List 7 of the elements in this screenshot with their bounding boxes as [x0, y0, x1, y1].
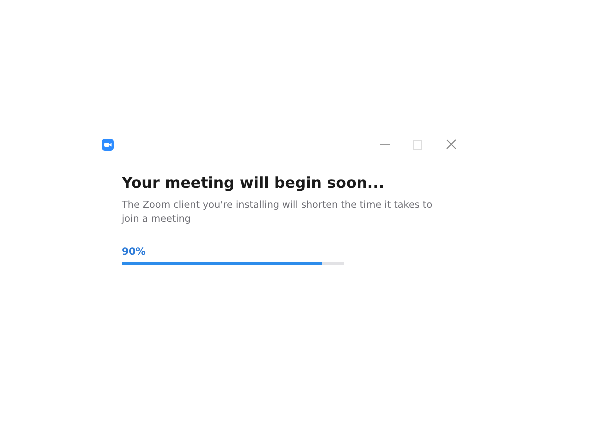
description: The Zoom client you're installing will shorten the time it takes to join a meeting — [122, 199, 434, 227]
progress-percentage: 90% — [122, 247, 147, 258]
maximize-icon — [413, 140, 422, 150]
minimize-icon — [379, 144, 390, 146]
close-icon — [446, 140, 456, 150]
heading: Your meeting will begin soon... — [122, 174, 386, 192]
video-camera-icon — [102, 139, 114, 151]
